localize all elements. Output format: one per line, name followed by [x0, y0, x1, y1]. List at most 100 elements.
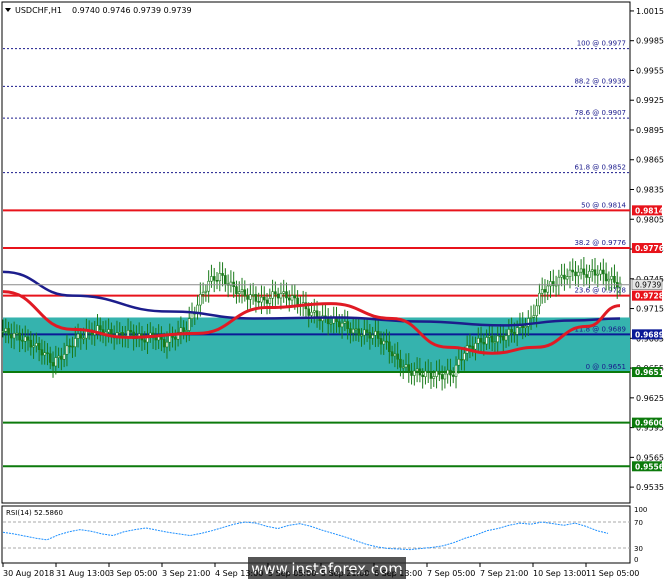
candle-body	[451, 374, 455, 377]
candle-body	[274, 291, 277, 295]
candle-body	[507, 329, 511, 336]
candle-body	[168, 335, 172, 343]
candle-body	[235, 286, 238, 294]
candle-body	[276, 293, 280, 299]
candle-body	[7, 328, 10, 335]
candle-body	[332, 317, 336, 324]
candle-body	[46, 352, 49, 355]
candle-body	[48, 353, 52, 363]
candle-body	[393, 353, 397, 357]
price-tick-label: 1.0015	[636, 7, 664, 16]
candle-body	[287, 297, 291, 301]
candle-body	[65, 345, 69, 355]
candle-body	[454, 364, 458, 377]
symbol-label: USDCHF,H1	[15, 6, 62, 15]
time-tick-label: 7 Sep 21:00	[480, 569, 528, 578]
candle-body	[271, 291, 274, 299]
support-price-label: 0.9600	[635, 419, 664, 428]
support-price-label: 0.9556	[635, 462, 664, 471]
candle-body	[357, 328, 361, 336]
candle-body	[560, 274, 563, 278]
candle-body	[482, 341, 486, 345]
candle-body	[40, 349, 44, 356]
candle-body	[43, 352, 46, 356]
price-tick-label: 0.9955	[636, 66, 664, 75]
candle-body	[368, 332, 372, 339]
candle-body	[585, 274, 588, 278]
candle-body	[610, 276, 613, 280]
price-tick-label: 0.9625	[636, 394, 664, 403]
candle-body	[224, 275, 227, 285]
candle-body	[73, 338, 77, 348]
fib-level-label: 61.8 @ 0.9852	[574, 164, 626, 172]
candle-body	[285, 291, 288, 299]
candle-body	[210, 276, 213, 282]
time-tick-label: 5 Sep 21:00	[321, 569, 369, 578]
candle-body	[179, 327, 183, 333]
resistance-price-label: 0.9776	[635, 244, 664, 253]
candle-body	[154, 337, 158, 341]
price-tick-label: 0.9985	[636, 37, 664, 46]
candle-body	[424, 370, 427, 377]
candle-body	[488, 335, 491, 338]
pivot-price-label: 0.9689	[635, 330, 664, 339]
candle-body	[513, 331, 516, 335]
rsi-axis-30: 30	[634, 545, 643, 553]
candle-body	[199, 293, 202, 306]
candle-body	[438, 370, 441, 375]
candle-body	[68, 345, 72, 348]
candle-body	[243, 289, 247, 296]
candle-body	[496, 335, 500, 343]
candle-body	[599, 269, 602, 275]
time-tick-label: 4 Sep 13:00	[215, 569, 263, 578]
candle-body	[215, 280, 219, 282]
candle-body	[185, 330, 188, 332]
candle-body	[588, 270, 591, 278]
chart-canvas: 100 @ 0.9977 88.2 @ 0.9939 78.6 @ 0.9907 61…	[1, 1, 664, 579]
candle-body	[468, 345, 472, 347]
candle-body	[82, 337, 85, 340]
candle-body	[190, 312, 194, 319]
candle-body	[568, 269, 572, 277]
candle-body	[374, 331, 377, 336]
fib-level-label: 100 @ 0.9977	[577, 40, 626, 48]
candle-body	[504, 335, 508, 341]
candle-body	[268, 297, 272, 304]
price-tick-label: 0.9805	[636, 215, 664, 224]
candle-body	[440, 374, 444, 380]
ohlc-values: 0.9740 0.9746 0.9739 0.9739	[72, 6, 192, 15]
candle-body	[349, 328, 352, 334]
candle-body	[543, 289, 547, 293]
candle-body	[479, 338, 483, 343]
rsi-axis-0: 0	[634, 556, 638, 564]
candle-body	[590, 269, 594, 272]
price-tick-label: 0.9835	[636, 186, 664, 195]
candle-body	[460, 358, 463, 361]
candle-body	[10, 334, 13, 339]
candle-body	[546, 285, 550, 293]
candle-body	[262, 296, 266, 301]
candle-body	[515, 327, 519, 335]
candle-body	[485, 337, 488, 345]
candle-body	[565, 276, 569, 280]
fib-level-label: 0 @ 0.9651	[586, 363, 626, 371]
candle-body	[371, 334, 374, 339]
candle-body	[340, 322, 344, 328]
candle-body	[385, 340, 388, 343]
fib-level-label: 23.6 @ 0.9728	[574, 287, 626, 295]
candle-body	[337, 321, 341, 328]
candle-body	[490, 335, 494, 343]
candle-body	[174, 337, 177, 340]
candle-body	[143, 339, 147, 343]
candle-body	[607, 278, 611, 282]
price-tick-label: 0.9535	[636, 483, 664, 492]
candle-body	[602, 269, 605, 275]
candle-body	[312, 310, 316, 313]
fib-level-label: 88.2 @ 0.9939	[574, 77, 626, 85]
candle-body	[563, 274, 566, 280]
candle-body	[212, 276, 216, 281]
candle-body	[346, 321, 349, 329]
candle-body	[32, 345, 35, 348]
candle-body	[257, 301, 260, 303]
rsi-panel-frame	[1, 505, 631, 564]
